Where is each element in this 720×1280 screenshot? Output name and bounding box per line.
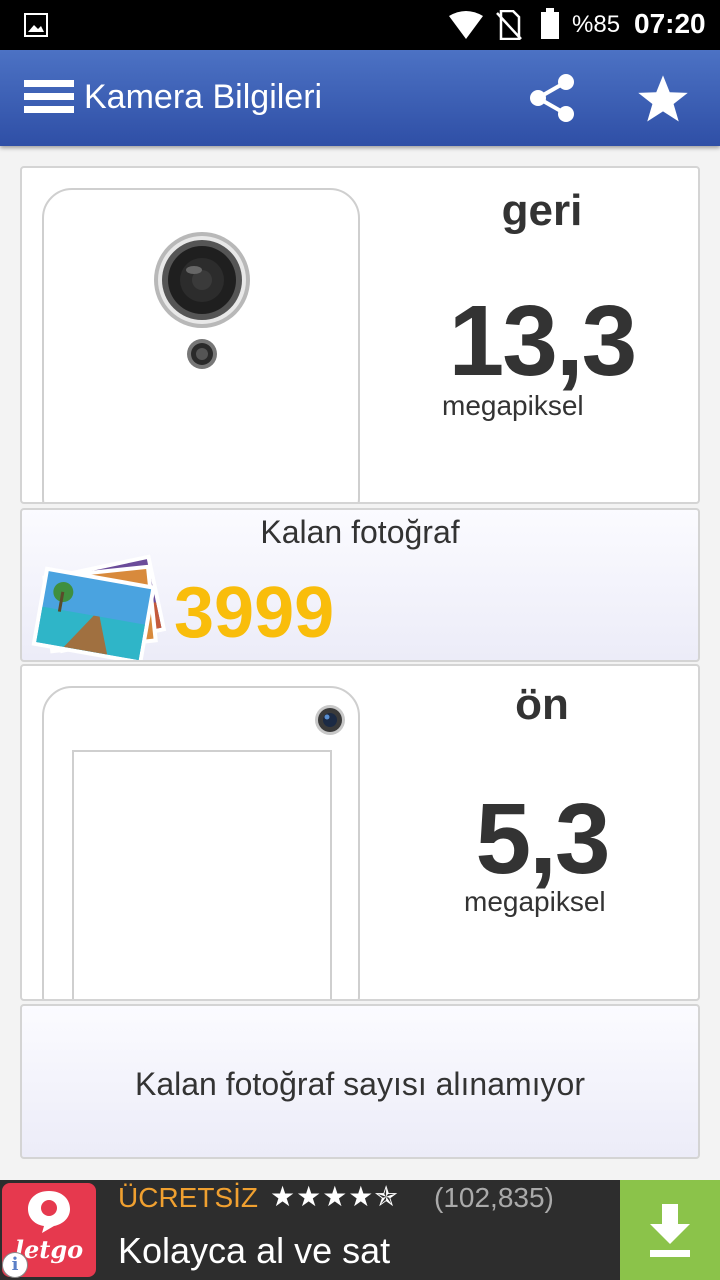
- phone-screen: [72, 750, 332, 999]
- ad-banner[interactable]: letgo ÜCRETSİZ ★★★★✯ (102,835) Kolayca a…: [0, 1180, 720, 1280]
- ad-free-label: ÜCRETSİZ: [118, 1182, 258, 1213]
- battery-percentage: %85: [572, 11, 621, 38]
- menu-icon[interactable]: [24, 80, 74, 116]
- front-camera-lens-icon: [315, 705, 345, 735]
- wifi-icon: [449, 11, 483, 39]
- front-remaining-card: Kalan fotoğraf sayısı alınamıyor: [20, 1004, 700, 1159]
- front-megapixel-value: 5,3: [475, 783, 610, 895]
- phone-front-outline: [42, 686, 360, 999]
- back-camera-lens-icon: [154, 232, 250, 328]
- flash-icon: [187, 339, 217, 369]
- app-bar: Kamera Bilgileri: [0, 50, 720, 146]
- remaining-photos-title: Kalan fotoğraf: [260, 514, 460, 550]
- download-icon: [650, 1204, 690, 1257]
- back-megapixel-value: 13,3: [448, 285, 638, 397]
- clock: 07:20: [634, 8, 706, 39]
- gallery-notification-icon: [24, 13, 48, 37]
- share-icon[interactable]: [526, 72, 578, 124]
- battery-icon: [541, 8, 559, 39]
- no-sim-icon: [496, 10, 522, 40]
- remaining-photos-count: 3999: [174, 573, 335, 653]
- ad-info-icon[interactable]: i: [2, 1252, 28, 1278]
- back-megapixel-unit: megapiksel: [442, 390, 584, 421]
- phone-back-outline: [42, 188, 360, 502]
- front-camera-label: ön: [515, 680, 569, 729]
- favorite-star-icon[interactable]: [636, 72, 690, 126]
- back-camera-card: geri 13,3 megapiksel: [20, 166, 700, 504]
- ad-headline: Kolayca al ve sat: [118, 1230, 391, 1271]
- status-bar: %85 07:20: [0, 0, 720, 50]
- chat-bubble-icon: [28, 1191, 70, 1233]
- ad-review-count: (102,835): [434, 1182, 554, 1213]
- photos-stack-icon: [31, 554, 167, 660]
- front-camera-card: ön 5,3 megapiksel: [20, 664, 700, 1001]
- remaining-unavailable-message: Kalan fotoğraf sayısı alınamıyor: [135, 1066, 585, 1102]
- ad-download-button[interactable]: [620, 1180, 720, 1280]
- back-camera-label: geri: [501, 186, 583, 235]
- page-title: Kamera Bilgileri: [84, 78, 323, 116]
- back-remaining-card: Kalan fotoğraf 3999: [20, 508, 700, 662]
- front-megapixel-unit: megapiksel: [464, 886, 606, 917]
- ad-rating-stars: ★★★★✯: [270, 1181, 399, 1212]
